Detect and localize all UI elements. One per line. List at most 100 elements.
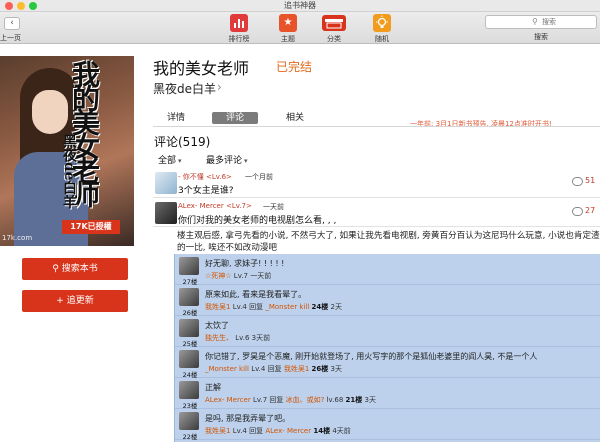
reply-target-user[interactable]: ALex- Mercer	[265, 427, 311, 435]
reply-word: 回复	[249, 427, 264, 435]
toolbar-theme-button[interactable]: ★ 主题	[268, 12, 308, 44]
reply-target-floor: 26楼	[311, 365, 329, 373]
reply-user[interactable]: 独先生、	[205, 334, 233, 342]
comments-header: 评论(519)	[154, 135, 211, 149]
reply-text: 太饮了	[205, 321, 229, 330]
back-button[interactable]: ‹ 上一页	[0, 12, 26, 44]
reply-user[interactable]: 我姓吴1	[205, 427, 230, 435]
book-cover-image: 我的美女老师 黑夜de白羊 17K已授權 17k.com	[0, 56, 134, 246]
reply-item[interactable]: 26楼 原来如此, 看来是我看晕了。 我姓吴1 Lv.4 回复 _Monster…	[175, 285, 600, 317]
toolbar-random-label: 随机	[375, 35, 389, 43]
comment-bubble-icon	[572, 207, 583, 216]
tab-related[interactable]: 相关	[270, 112, 320, 124]
tab-comments[interactable]: 评论	[212, 112, 258, 124]
reply-level: Lv.7	[252, 396, 268, 404]
avatar[interactable]	[179, 381, 199, 399]
reply-level: Lv.4	[251, 365, 266, 373]
reply-time: 4天前	[332, 427, 351, 435]
back-arrow-icon: ‹	[4, 17, 20, 30]
comment-user[interactable]: ALex- Mercer <Lv.7>	[178, 202, 252, 210]
toolbar-ranking-button[interactable]: 排行榜	[219, 12, 259, 44]
reply-user[interactable]: 我姓吴1	[205, 303, 230, 311]
chevron-down-icon: ▾	[178, 157, 182, 165]
reply-time: 3天	[330, 365, 342, 373]
reply-item[interactable]: 22楼 是吗, 那是我弄晕了吧。 我姓吴1 Lv.4 回复 ALex- Merc…	[175, 409, 600, 441]
search-book-button[interactable]: ⚲ 搜索本书	[22, 258, 128, 280]
avatar[interactable]	[155, 172, 177, 194]
comment-time: 一天前	[263, 203, 284, 211]
reply-word: 回复	[249, 303, 264, 311]
reply-time: 2天	[330, 303, 342, 311]
tab-detail[interactable]: 详情	[155, 112, 197, 124]
reply-word: 回复	[269, 396, 284, 404]
follow-updates-button[interactable]: + 追更新	[22, 290, 128, 312]
toolbar-random-button[interactable]: 随机	[362, 12, 402, 44]
avatar[interactable]	[179, 319, 199, 337]
reply-level: Lv.4	[232, 427, 247, 435]
avatar[interactable]	[179, 257, 199, 275]
filter-all-dropdown[interactable]: 全部 ▾	[158, 153, 182, 166]
reply-target-user[interactable]: _Monster kill	[265, 303, 309, 311]
tab-divider	[153, 126, 600, 127]
comment-text[interactable]: 3个女主是谁?	[178, 183, 234, 196]
reply-meta: ☆死神☆ Lv.7 一天前	[205, 271, 271, 281]
cover-author: 黑夜de白羊	[61, 134, 77, 209]
reply-time: 3天前	[251, 334, 271, 342]
title-bar: 追书神器	[0, 0, 600, 12]
reply-target-floor: 24楼	[311, 303, 329, 311]
reply-user[interactable]: ☆死神☆	[205, 272, 232, 280]
reply-level: Lv.6	[235, 334, 250, 342]
reply-text: 好无聊, 求妹子! ! ! ! !	[205, 259, 285, 268]
bar-chart-icon	[230, 14, 248, 32]
follow-updates-label: 追更新	[66, 296, 94, 306]
row-divider	[153, 197, 600, 198]
toolbar: ‹ 上一页 排行榜 ★ 主题 分类 随机 ⚲ 搜索	[0, 12, 600, 44]
reply-level: Lv.7	[233, 272, 248, 280]
reply-meta: ALex- Mercer Lv.7 回复 冰血、或如? lv.68 21楼 3天	[205, 395, 376, 405]
book-author-link[interactable]: 黑夜de白羊	[153, 80, 216, 97]
reply-item[interactable]: 23楼 正解 ALex- Mercer Lv.7 回复 冰血、或如? lv.68…	[175, 378, 600, 410]
reply-text: 原来如此, 看来是我看晕了。	[205, 290, 307, 299]
avatar[interactable]	[179, 288, 199, 306]
lightbulb-icon	[373, 14, 391, 32]
reply-text: 你记错了, 罗昊是个恶魔, 刚开始就登场了, 用火写字的那个是狐仙老婆里的阎人昊…	[205, 352, 538, 361]
reply-meta: 独先生、 Lv.6 3天前	[205, 333, 270, 343]
reply-time: 3天	[364, 396, 376, 404]
comment-text[interactable]: 你们对我的美女老师的电视剧怎么看, , ,	[178, 213, 336, 226]
reply-user[interactable]: _Monster kill	[205, 365, 249, 373]
search-input[interactable]	[542, 17, 594, 27]
reply-word: 回复	[267, 365, 282, 373]
chevron-right-icon: ›	[217, 80, 222, 94]
book-title: 我的美女老师	[153, 59, 250, 78]
comment-count: 51	[585, 176, 596, 185]
search-icon: ⚲	[52, 264, 59, 274]
search-icon: ⚲	[532, 17, 538, 26]
announcement-text[interactable]: 一年前: 3月1日新书预告, 凌晨12点准时开书!	[410, 119, 552, 129]
avatar[interactable]	[179, 350, 199, 368]
reply-item[interactable]: 25楼 太饮了 独先生、 Lv.6 3天前	[175, 316, 600, 348]
reply-target-user[interactable]: 我姓吴1	[284, 365, 309, 373]
reply-target-floor: 14楼	[313, 427, 331, 435]
comment-user[interactable]: - 你不懂 <Lv.6>	[178, 172, 232, 182]
reply-level: Lv.4	[232, 303, 247, 311]
filter-all-label: 全部	[158, 156, 177, 166]
sort-dropdown[interactable]: 最多评论 ▾	[206, 153, 248, 166]
reply-item[interactable]: 27楼 好无聊, 求妹子! ! ! ! ! ☆死神☆ Lv.7 一天前	[175, 254, 600, 286]
reply-user[interactable]: ALex- Mercer	[205, 396, 251, 404]
avatar[interactable]	[179, 412, 199, 430]
plus-icon: +	[56, 296, 64, 306]
comment-time: 一个月前	[245, 173, 273, 181]
avatar[interactable]	[155, 202, 177, 224]
search-book-label: 搜索本书	[61, 264, 98, 274]
search-field[interactable]: ⚲	[485, 15, 597, 29]
toolbar-category-button[interactable]: 分类	[314, 12, 354, 44]
cover-face	[32, 90, 68, 134]
replies-panel: 27楼 好无聊, 求妹子! ! ! ! ! ☆死神☆ Lv.7 一天前 26楼 …	[174, 254, 600, 442]
box-icon	[322, 15, 346, 31]
reply-target-user[interactable]: 冰血、或如?	[286, 396, 325, 404]
comment-count: 27	[585, 206, 596, 215]
sort-label: 最多评论	[206, 156, 243, 166]
reply-item[interactable]: 24楼 你记错了, 罗昊是个恶魔, 刚开始就登场了, 用火写字的那个是狐仙老婆里…	[175, 347, 600, 379]
window-title: 追书神器	[284, 1, 316, 10]
reply-meta: _Monster kill Lv.4 回复 我姓吴1 26楼 3天	[205, 364, 342, 374]
